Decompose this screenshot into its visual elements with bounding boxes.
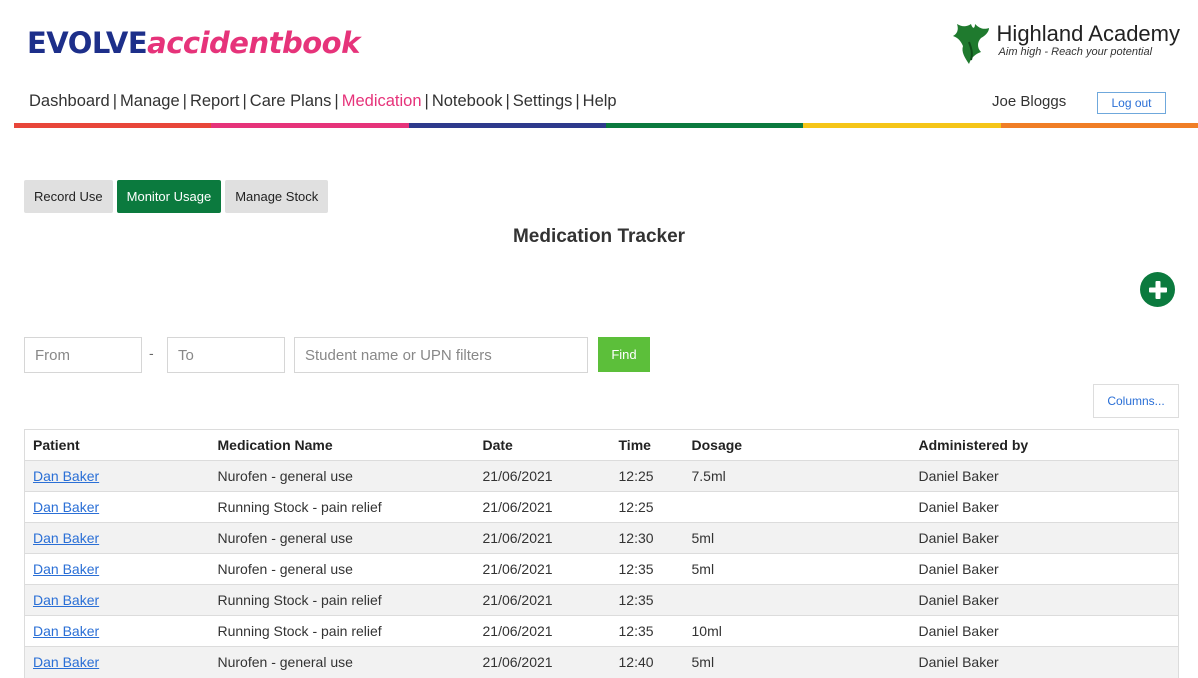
medication-cell: Running Stock - pain relief [209, 491, 475, 523]
table-row: Dan Baker Nurofen - general use 21/06/20… [24, 553, 1179, 585]
patient-link[interactable]: Dan Baker [33, 592, 99, 608]
user-name: Joe Bloggs [992, 93, 1067, 110]
dosage-cell: 7.5ml [683, 460, 911, 492]
table-row: Dan Baker Nurofen - general use 21/06/20… [24, 460, 1179, 492]
patient-link[interactable]: Dan Baker [33, 530, 99, 546]
col-time-header[interactable]: Time [610, 429, 684, 461]
dosage-cell: 10ml [683, 615, 911, 647]
col-patient-header[interactable]: Patient [24, 429, 210, 461]
rainbow-segment [803, 123, 1001, 128]
rainbow-segment [1000, 123, 1198, 128]
rainbow-divider [14, 123, 1198, 128]
date-cell: 21/06/2021 [474, 460, 611, 492]
nav-dashboard[interactable]: Dashboard [29, 92, 110, 110]
school-branding: Highland Academy Aim high - Reach your p… [951, 22, 1180, 66]
rainbow-segment [14, 123, 212, 128]
table-row: Dan Baker Running Stock - pain relief 21… [24, 584, 1179, 616]
student-search-input[interactable]: Student name or UPN filters [294, 337, 588, 373]
medication-cell: Nurofen - general use [209, 460, 475, 492]
dosage-cell: 5ml [683, 522, 911, 554]
school-motto: Aim high - Reach your potential [998, 46, 1153, 58]
tab-record-use[interactable]: Record Use [24, 180, 113, 213]
time-cell: 12:30 [610, 522, 684, 554]
add-button[interactable] [1140, 272, 1175, 307]
nav-help[interactable]: Help [583, 92, 617, 110]
dosage-cell [683, 491, 911, 523]
patient-link[interactable]: Dan Baker [33, 468, 99, 484]
time-cell: 12:35 [610, 584, 684, 616]
administered-cell: Daniel Baker [910, 460, 1179, 492]
administered-cell: Daniel Baker [910, 553, 1179, 585]
page-title: Medication Tracker [512, 226, 686, 247]
nav-care-plans[interactable]: Care Plans [250, 92, 332, 110]
date-cell: 21/06/2021 [474, 615, 611, 647]
date-cell: 21/06/2021 [474, 491, 611, 523]
administered-cell: Daniel Baker [910, 584, 1179, 616]
nav-separator: | [182, 92, 187, 110]
tab-manage-stock[interactable]: Manage Stock [225, 180, 329, 213]
nav-separator: | [334, 92, 339, 110]
nav-settings[interactable]: Settings [513, 92, 573, 110]
school-name: Highland Academy [996, 21, 1180, 46]
date-range-dash: - [149, 345, 154, 361]
rainbow-segment [211, 123, 409, 128]
col-dosage-header[interactable]: Dosage [683, 429, 911, 461]
date-cell: 21/06/2021 [474, 522, 611, 554]
date-cell: 21/06/2021 [474, 553, 611, 585]
plus-icon [1148, 280, 1167, 299]
col-date-header[interactable]: Date [474, 429, 611, 461]
time-cell: 12:25 [610, 460, 684, 492]
rainbow-segment [408, 123, 606, 128]
administered-cell: Daniel Baker [910, 491, 1179, 523]
nav-medication[interactable]: Medication [342, 92, 422, 110]
administered-cell: Daniel Baker [910, 522, 1179, 554]
time-cell: 12:35 [610, 553, 684, 585]
table-row: Dan Baker Nurofen - general use 21/06/20… [24, 522, 1179, 554]
administered-cell: Daniel Baker [910, 615, 1179, 647]
header: EVOLVEaccidentbook Highland Academy Aim … [0, 0, 1198, 88]
medication-tabs: Record Use Monitor Usage Manage Stock [24, 180, 329, 213]
nav-separator: | [424, 92, 429, 110]
col-administered-header[interactable]: Administered by [910, 429, 1179, 461]
table-row: Dan Baker Running Stock - pain relief 21… [24, 491, 1179, 523]
logout-button[interactable]: Log out [1097, 92, 1166, 114]
nav-separator: | [242, 92, 247, 110]
col-medication-header[interactable]: Medication Name [209, 429, 475, 461]
medication-cell: Nurofen - general use [209, 522, 475, 554]
dosage-cell: 5ml [683, 553, 911, 585]
table-row: Dan Baker Running Stock - pain relief 21… [24, 615, 1179, 647]
patient-link[interactable]: Dan Baker [33, 499, 99, 515]
nav-manage[interactable]: Manage [120, 92, 180, 110]
nav-separator: | [112, 92, 118, 110]
tab-monitor-usage[interactable]: Monitor Usage [116, 180, 222, 213]
nav-separator: | [575, 92, 580, 110]
eagle-icon [952, 24, 989, 64]
evolve-logo[interactable]: EVOLVEaccidentbook [27, 26, 360, 60]
medication-cell: Nurofen - general use [209, 553, 475, 585]
medication-cell: Running Stock - pain relief [209, 584, 475, 616]
medication-table: Patient Medication Name Date Time Dosage… [24, 429, 1179, 678]
medication-cell: Running Stock - pain relief [209, 615, 475, 647]
nav-notebook[interactable]: Notebook [432, 92, 503, 110]
nav-report[interactable]: Report [190, 92, 240, 110]
nav-separator: | [505, 92, 510, 110]
time-cell: 12:35 [610, 615, 684, 647]
time-cell: 12:25 [610, 491, 684, 523]
patient-link[interactable]: Dan Baker [33, 561, 99, 577]
from-date-input[interactable]: From [24, 337, 142, 373]
to-date-input[interactable]: To [167, 337, 285, 373]
logo-evolve-text: EVOLVE [27, 26, 148, 60]
date-cell: 21/06/2021 [474, 584, 611, 616]
columns-button[interactable]: Columns... [1093, 384, 1179, 418]
patient-link[interactable]: Dan Baker [33, 654, 99, 670]
patient-link[interactable]: Dan Baker [33, 623, 99, 639]
dosage-cell [683, 584, 911, 616]
rainbow-segment [605, 123, 804, 128]
main-nav: Dashboard | Manage | Report | Care Plans | Medic… [29, 92, 617, 111]
table-header-row: Patient Medication Name Date Time Dosage… [24, 429, 1179, 461]
logo-accidentbook-text: accidentbook [147, 26, 360, 60]
find-button[interactable]: Find [598, 337, 650, 372]
